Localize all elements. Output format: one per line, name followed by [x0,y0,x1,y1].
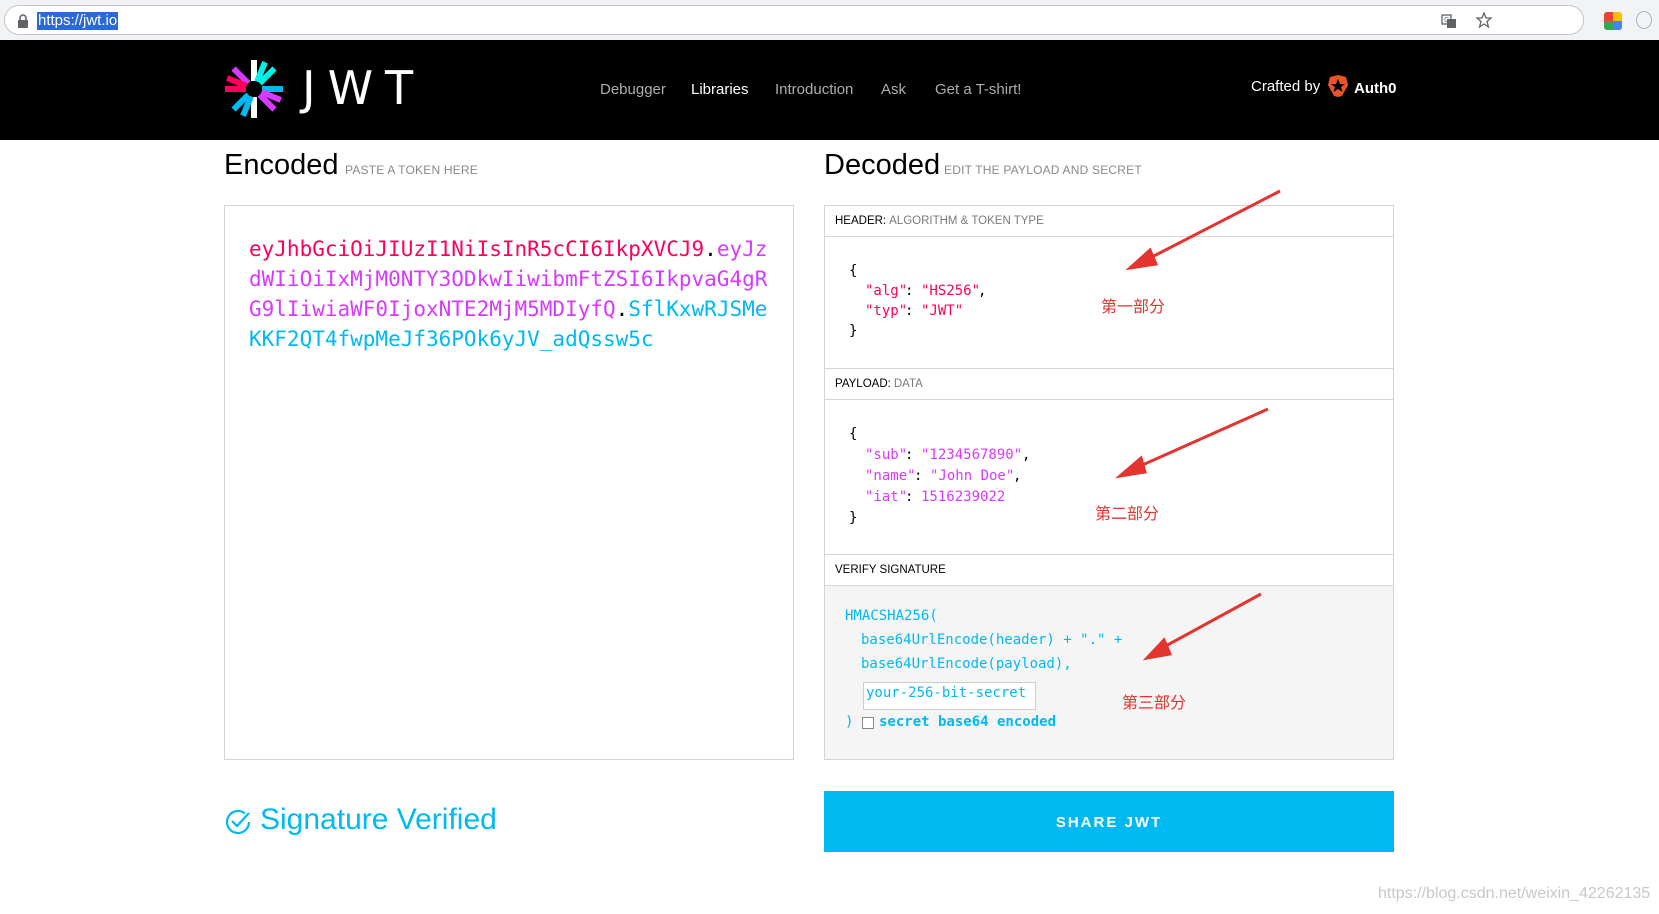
jwt-logo-icon[interactable] [224,59,284,119]
encoded-token-editor[interactable]: eyJhbGciOiJIUzI1NiIsInR5cCI6IkpXVCJ9.eyJ… [224,205,794,760]
decoded-panel: HEADER: ALGORITHM & TOKEN TYPE { "alg" : … [824,205,1394,760]
json-brace: } [849,323,858,339]
lock-icon [18,14,28,28]
nav-debugger[interactable]: Debugger [600,81,666,98]
secret-base64-checkbox[interactable] [862,717,874,729]
json-value: "John Doe" [930,468,1015,484]
json-colon: : [905,489,914,505]
nav-introduction[interactable]: Introduction [775,81,853,98]
secret-input[interactable]: your-256-bit-secret [863,682,1036,710]
verify-line-hmac: HMACSHA256( [845,608,938,624]
nav-libraries[interactable]: Libraries [691,81,749,98]
profile-icon[interactable] [1636,11,1652,29]
browser-chrome: https://jwt.io G [0,0,1659,40]
address-bar[interactable]: https://jwt.io G [4,5,1584,35]
json-key: "sub" [865,447,908,463]
encoded-token-text[interactable]: eyJhbGciOiJIUzI1NiIsInR5cCI6IkpXVCJ9.eyJ… [249,234,769,354]
json-key: "typ" [865,303,908,319]
json-comma: , [978,283,987,299]
header-sublabel: ALGORITHM & TOKEN TYPE [889,215,1044,227]
json-value: "JWT" [921,303,964,319]
payload-label: PAYLOAD: [835,378,891,390]
encoded-subtitle: PASTE A TOKEN HERE [345,163,478,177]
json-value: "HS256" [921,283,981,299]
json-key: "alg" [865,283,908,299]
decoded-subtitle: EDIT THE PAYLOAD AND SECRET [944,163,1142,177]
json-brace: } [849,510,858,526]
auth0-brand-text[interactable]: Auth0 [1354,80,1397,97]
site-navbar: JWT Debugger Libraries Introduction Ask … [0,40,1659,140]
extension-icon[interactable] [1604,12,1622,30]
url-text[interactable]: https://jwt.io [37,12,119,30]
svg-text:G: G [1444,16,1449,24]
decoded-title: Decoded [824,149,941,181]
verify-line-header: base64UrlEncode(header) + "." + [861,632,1123,648]
json-colon: : [914,468,923,484]
json-value: "1234567890" [921,447,1023,463]
payload-section-title: PAYLOAD: DATA [825,369,1393,400]
translate-icon[interactable]: G [1441,13,1457,29]
verify-line-payload: base64UrlEncode(payload), [861,656,1072,672]
secret-base64-label[interactable]: secret base64 encoded [879,712,1056,733]
json-value: 1516239022 [921,489,1006,505]
share-jwt-button[interactable]: SHARE JWT [824,791,1394,852]
verify-section-title: VERIFY SIGNATURE [825,555,1393,586]
annotation-part2: 第二部分 [1095,504,1160,523]
encoded-title: Encoded [224,149,339,181]
verify-signature-area: HMACSHA256( base64UrlEncode(header) + ".… [825,586,1393,759]
crafted-by-label: Crafted by [1251,78,1321,95]
check-circle-icon [225,809,251,835]
verify-label: VERIFY SIGNATURE [835,564,946,576]
logo-text[interactable]: JWT [302,62,425,114]
verify-close-paren: ) [845,714,854,730]
token-dot: . [704,237,717,261]
payload-json-editor[interactable]: { "sub" : "1234567890" , "name" : "John … [825,400,1393,554]
json-key: "iat" [865,489,908,505]
annotation-part3: 第三部分 [1122,693,1187,712]
annotation-part1: 第一部分 [1101,297,1166,316]
json-colon: : [905,447,914,463]
token-dot: . [615,297,629,321]
json-brace: { [849,426,858,442]
token-header-part: eyJhbGciOiJIUzI1NiIsInR5cCI6IkpXVCJ9 [249,237,705,261]
bookmark-star-icon[interactable] [1476,12,1492,28]
json-brace: { [849,263,858,279]
json-key: "name" [865,468,916,484]
nav-tshirt[interactable]: Get a T-shirt! [935,81,1021,98]
json-colon: : [905,283,914,299]
header-label: HEADER: [835,215,887,227]
nav-ask[interactable]: Ask [881,81,906,98]
auth0-logo-icon[interactable] [1327,74,1349,98]
json-comma: , [1022,447,1031,463]
watermark: https://blog.csdn.net/weixin_42262135 [1378,885,1651,902]
json-colon: : [905,303,914,319]
json-comma: , [1013,468,1022,484]
signature-verified-text: Signature Verified [260,803,497,836]
payload-sublabel: DATA [893,378,923,390]
header-section-title: HEADER: ALGORITHM & TOKEN TYPE [825,206,1393,237]
